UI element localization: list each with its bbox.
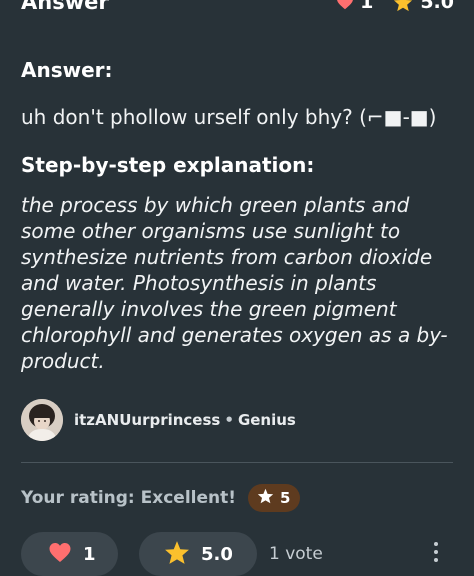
- your-rating-value: 5: [279, 489, 291, 507]
- author-name[interactable]: itzANUurprincess: [74, 411, 220, 429]
- avatar[interactable]: [21, 399, 63, 441]
- votes-count: 1 vote: [269, 544, 323, 564]
- author-separator: •: [224, 411, 234, 429]
- rate-button[interactable]: 5.0: [139, 532, 257, 576]
- heart-icon: [48, 542, 72, 567]
- author-rank: Genius: [237, 411, 296, 429]
- star-icon: [257, 488, 274, 508]
- heart-icon: [336, 0, 354, 10]
- header-rating-value: 5.0: [420, 0, 454, 13]
- star-icon: [164, 540, 190, 569]
- thanks-count: 1: [83, 543, 96, 565]
- star-icon: [393, 0, 413, 12]
- answer-header: Answer 1 5.0: [0, 0, 474, 18]
- answer-title: Answer:: [21, 58, 113, 82]
- explanation-title: Step-by-step explanation:: [21, 153, 315, 177]
- your-rating-badge: 5: [247, 484, 301, 512]
- rating-average: 5.0: [201, 543, 233, 565]
- your-rating: Your rating: Excellent! 5: [21, 484, 301, 512]
- header-stats: 1 5.0: [336, 0, 454, 16]
- thanks-button[interactable]: 1: [21, 532, 118, 576]
- more-options-icon[interactable]: [430, 542, 442, 562]
- your-rating-label: Your rating: Excellent!: [21, 488, 236, 508]
- header-likes-count: 1: [360, 0, 374, 13]
- explanation-text: the process by which green plants and so…: [21, 193, 448, 373]
- author-row[interactable]: itzANUurprincess • Genius: [21, 398, 296, 442]
- header-title: Answer: [21, 0, 109, 14]
- answer-text: uh don't phollow urself only bhy? (⌐■-■): [21, 105, 437, 129]
- divider: [21, 462, 453, 463]
